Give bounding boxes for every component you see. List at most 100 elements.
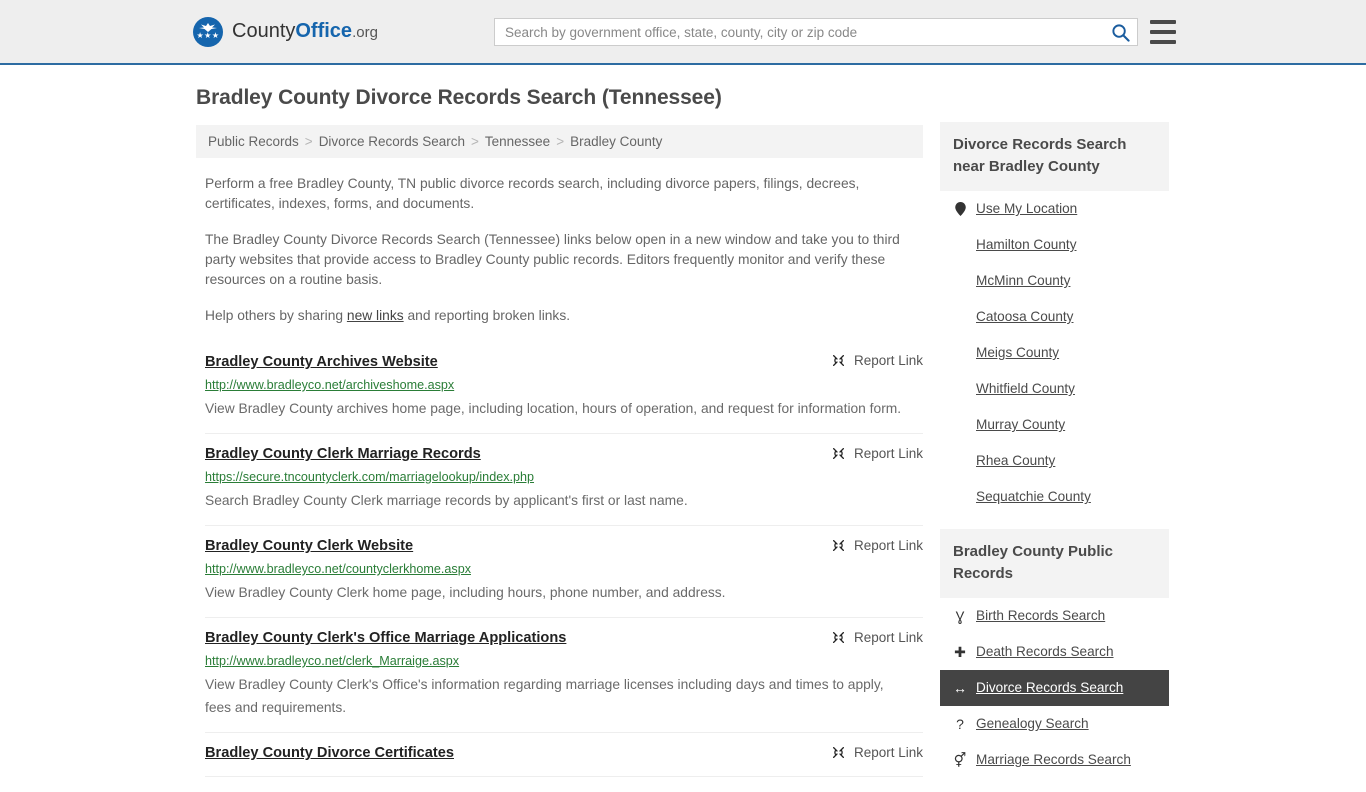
breadcrumb-item-public-records[interactable]: Public Records xyxy=(208,134,299,149)
brand-part-office: Office xyxy=(295,20,353,42)
nearby-county-label: Whitfield County xyxy=(976,381,1075,396)
broken-link-icon xyxy=(831,745,846,760)
search-button[interactable] xyxy=(1103,19,1137,45)
nearby-county-link[interactable]: Use My Location xyxy=(940,191,1169,227)
search-bar[interactable] xyxy=(494,18,1138,46)
map-pin-icon xyxy=(953,202,967,216)
hamburger-menu-icon[interactable] xyxy=(1150,20,1176,44)
nearby-counties-list: Use My Location Hamilton County McMinn Cou… xyxy=(940,191,1169,515)
result-item: Bradley County Archives Website Report Li… xyxy=(205,341,923,434)
nearby-county-label: Catoosa County xyxy=(976,309,1074,324)
nearby-county-label: McMinn County xyxy=(976,273,1071,288)
page-title: Bradley County Divorce Records Search (T… xyxy=(196,86,722,109)
report-link-button[interactable]: Report Link xyxy=(831,353,923,368)
site-logo-link[interactable]: ★★★ CountyOffice.org xyxy=(193,17,378,47)
result-item: Bradley County Divorce Certificates Repor… xyxy=(205,733,923,777)
report-link-label: Report Link xyxy=(853,353,923,368)
report-link-label: Report Link xyxy=(853,446,923,461)
map-pin-icon xyxy=(954,202,966,216)
left-right-arrow-icon: ↔ xyxy=(953,680,967,696)
eagle-stars-emblem-icon: ★★★ xyxy=(193,17,223,47)
main-content: Bradley County Divorce Records Search (T… xyxy=(196,85,923,777)
report-link-button[interactable]: Report Link xyxy=(831,446,923,461)
sidebar-list-item: ✚ Death Records Search xyxy=(940,634,1169,670)
nearby-counties-card: Divorce Records Search near Bradley Coun… xyxy=(940,122,1169,515)
site-logo-text: CountyOffice.org xyxy=(232,21,378,43)
nearby-county-link[interactable]: Catoosa County xyxy=(940,299,1169,335)
report-link-label: Report Link xyxy=(853,745,923,760)
sidebar: Divorce Records Search near Bradley Coun… xyxy=(940,122,1169,792)
breadcrumb-separator: > xyxy=(471,134,479,149)
breadcrumb-separator: > xyxy=(304,134,313,149)
result-title-link[interactable]: Bradley County Clerk's Office Marriage A… xyxy=(205,629,566,648)
broken-link-icon xyxy=(831,446,846,461)
result-title-link[interactable]: Bradley County Archives Website xyxy=(205,353,438,372)
result-url[interactable]: https://secure.tncountyclerk.com/marriag… xyxy=(205,468,923,486)
nearby-county-label: Meigs County xyxy=(976,345,1060,360)
menu-bar-3 xyxy=(1150,40,1176,44)
nearby-county-label: Use My Location xyxy=(976,201,1078,216)
question-mark-icon: ? xyxy=(956,716,964,732)
search-icon xyxy=(1111,23,1130,42)
public-record-link[interactable]: Ɣ Birth Records Search xyxy=(940,598,1169,634)
nearby-county-link[interactable]: Rhea County xyxy=(940,443,1169,479)
public-record-label: Birth Records Search xyxy=(976,608,1106,623)
public-record-link[interactable]: ? Genealogy Search xyxy=(940,706,1169,742)
nearby-county-label: Murray County xyxy=(976,417,1066,432)
nearby-counties-heading: Divorce Records Search near Bradley Coun… xyxy=(940,122,1169,191)
public-records-card: Bradley County Public Records Ɣ Birth Rec… xyxy=(940,529,1169,778)
site-header: ★★★ CountyOffice.org xyxy=(0,0,1366,65)
report-link-button[interactable]: Report Link xyxy=(831,630,923,645)
result-title-link[interactable]: Bradley County Clerk Marriage Records xyxy=(205,445,481,464)
intro-paragraph-1: Perform a free Bradley County, TN public… xyxy=(205,176,860,211)
nearby-county-label: Sequatchie County xyxy=(976,489,1091,504)
result-description: Search Bradley County Clerk marriage rec… xyxy=(205,493,688,508)
sidebar-list-item: Murray County xyxy=(940,407,1169,443)
public-record-link[interactable]: ⚥ Marriage Records Search xyxy=(940,742,1169,778)
nearby-county-link[interactable]: Hamilton County xyxy=(940,227,1169,263)
report-link-label: Report Link xyxy=(853,538,923,553)
intro-paragraph-3: Help others by sharing new links and rep… xyxy=(196,290,923,326)
result-title-link[interactable]: Bradley County Divorce Certificates xyxy=(205,744,454,763)
nearby-county-link[interactable]: Meigs County xyxy=(940,335,1169,371)
breadcrumb-item-divorce-records-search[interactable]: Divorce Records Search xyxy=(319,134,465,149)
result-description: View Bradley County Clerk's Office's inf… xyxy=(205,677,884,715)
report-link-button[interactable]: Report Link xyxy=(831,538,923,553)
result-url[interactable]: http://www.bradleyco.net/clerk_Marraige.… xyxy=(205,652,923,670)
nearby-county-link[interactable]: Whitfield County xyxy=(940,371,1169,407)
search-input[interactable] xyxy=(495,19,1103,45)
new-links-link[interactable]: new links xyxy=(347,308,404,323)
public-records-heading: Bradley County Public Records xyxy=(940,529,1169,598)
brand-part-county: County xyxy=(232,20,296,42)
breadcrumb-item-bradley-county[interactable]: Bradley County xyxy=(570,134,662,149)
nearby-county-link[interactable]: McMinn County xyxy=(940,263,1169,299)
nearby-county-label: Rhea County xyxy=(976,453,1056,468)
public-record-link[interactable]: ↔ Divorce Records Search xyxy=(940,670,1169,706)
menu-bar-1 xyxy=(1150,20,1176,24)
report-link-button[interactable]: Report Link xyxy=(831,745,923,760)
result-url[interactable]: http://www.bradleyco.net/countyclerkhome… xyxy=(205,560,923,578)
sidebar-list-item: Hamilton County xyxy=(940,227,1169,263)
result-title-link[interactable]: Bradley County Clerk Website xyxy=(205,537,413,556)
result-item: Bradley County Clerk Website Report Link h… xyxy=(205,526,923,618)
report-link-label: Report Link xyxy=(853,630,923,645)
result-url[interactable]: http://www.bradleyco.net/archiveshome.as… xyxy=(205,376,923,394)
broken-link-icon xyxy=(831,353,846,368)
nearby-county-link[interactable]: Murray County xyxy=(940,407,1169,443)
baby-icon: Ɣ xyxy=(955,608,965,624)
public-record-link[interactable]: ✚ Death Records Search xyxy=(940,634,1169,670)
public-record-label: Marriage Records Search xyxy=(976,752,1131,767)
sidebar-list-item: Meigs County xyxy=(940,335,1169,371)
menu-bar-2 xyxy=(1150,30,1176,34)
sidebar-list-item: Use My Location xyxy=(940,191,1169,227)
result-description: View Bradley County Clerk home page, inc… xyxy=(205,585,726,600)
breadcrumb: Public Records > Divorce Records Search … xyxy=(196,125,923,158)
sidebar-list-item: Catoosa County xyxy=(940,299,1169,335)
intro-text-before-link: Help others by sharing xyxy=(205,308,347,323)
sidebar-list-item: ? Genealogy Search xyxy=(940,706,1169,742)
sidebar-list-item: Ɣ Birth Records Search xyxy=(940,598,1169,634)
nearby-county-link[interactable]: Sequatchie County xyxy=(940,479,1169,515)
cross-icon: ✚ xyxy=(954,644,966,660)
broken-link-icon xyxy=(831,538,846,553)
breadcrumb-item-tennessee[interactable]: Tennessee xyxy=(485,134,550,149)
